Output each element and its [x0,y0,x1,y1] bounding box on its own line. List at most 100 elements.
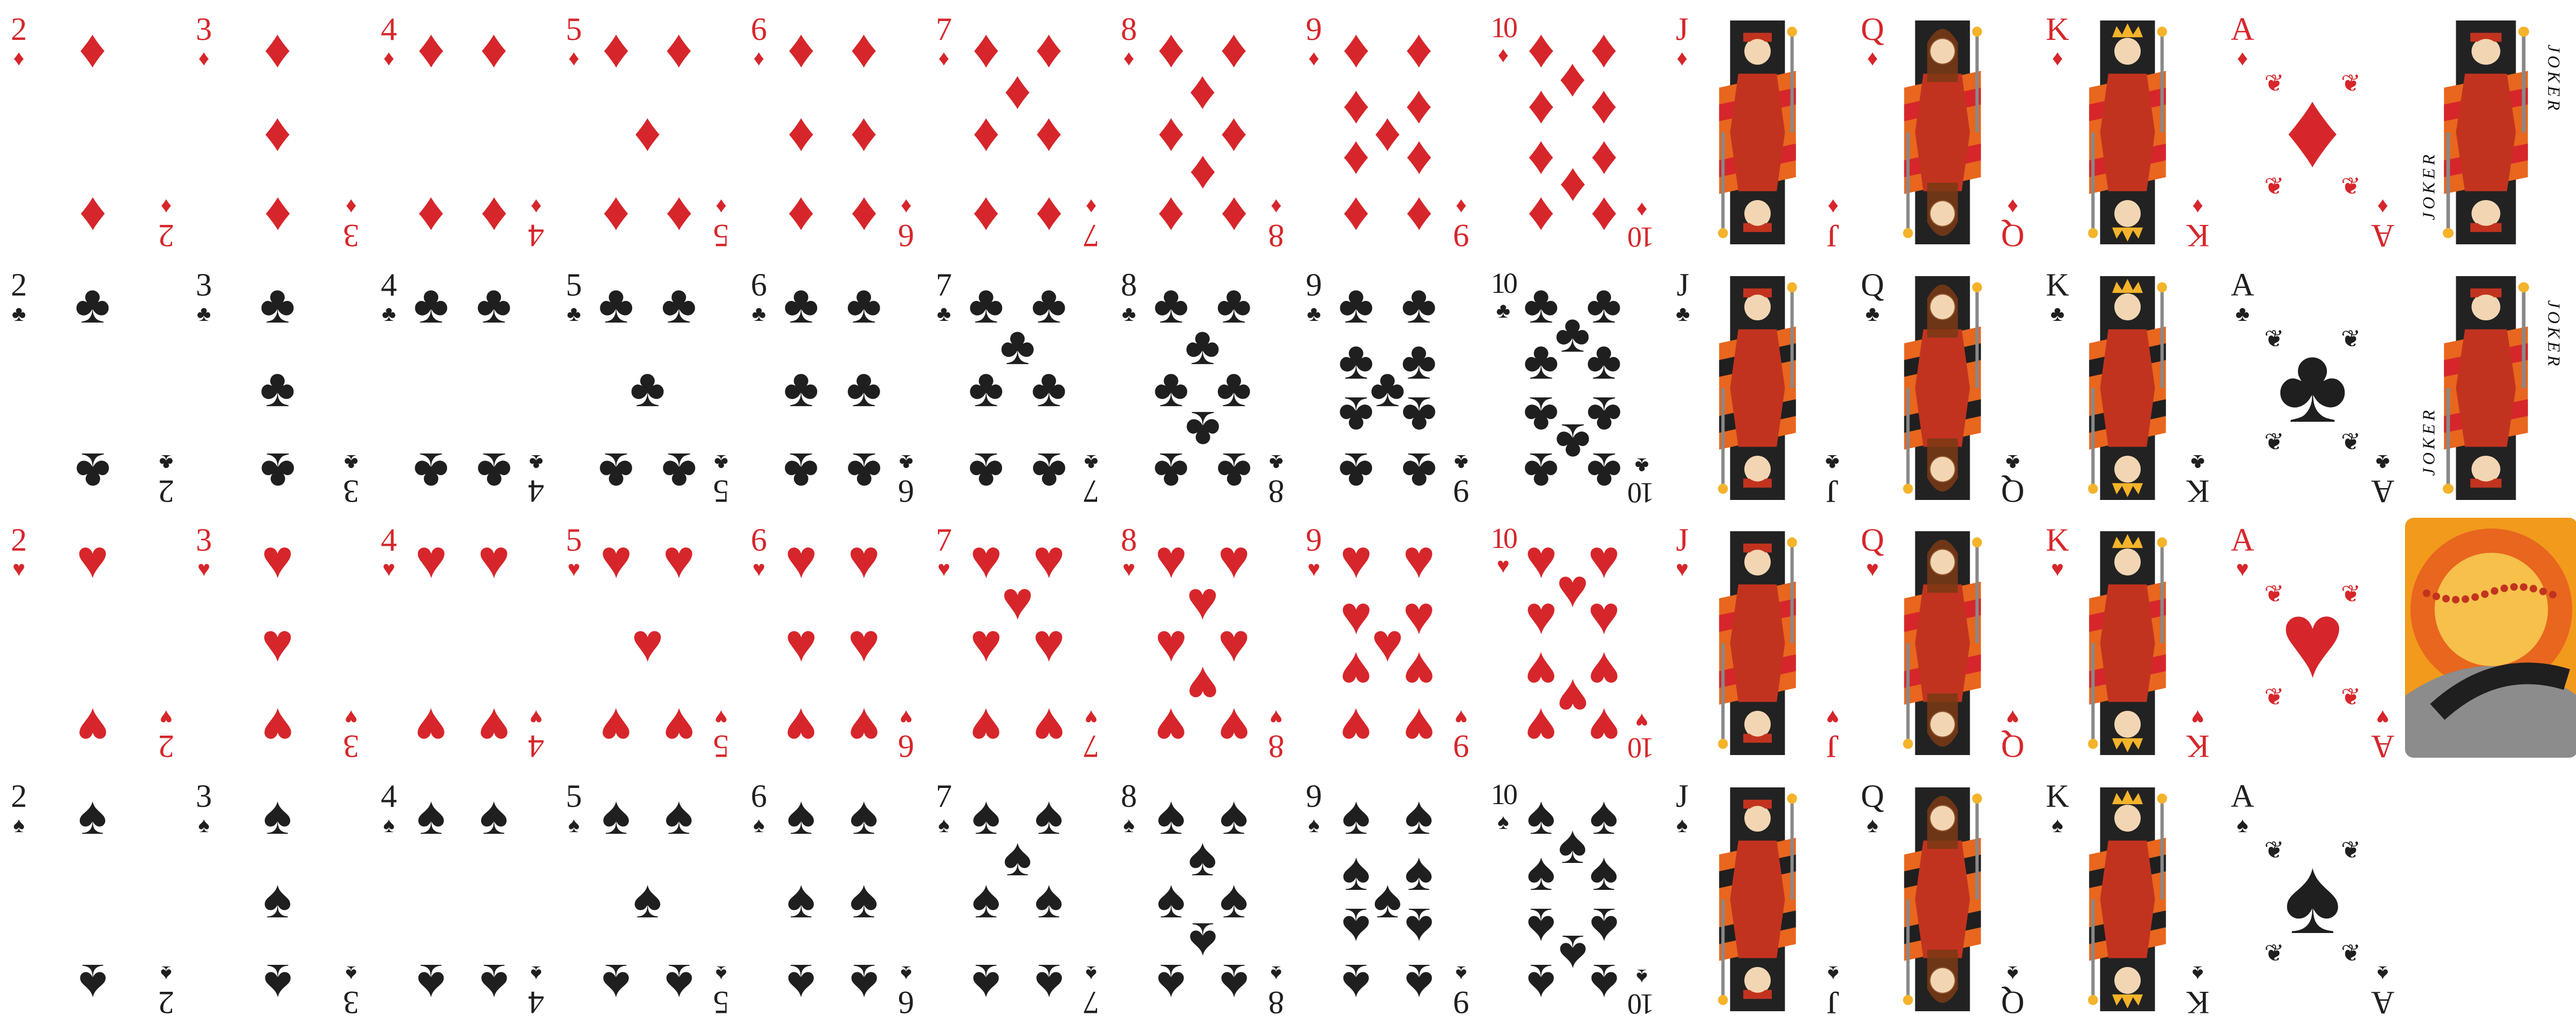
card-j-of-diamonds[interactable]: J ♦ J ♦ [1670,10,1845,255]
card-5-of-diamonds[interactable]: 5 ♦ 5 ♦ ♦ ♦ ♦ ♦ ♦ [560,10,735,255]
club-pip-icon: ♣ [413,442,449,502]
spade-pip-icon: ♠ [1405,842,1434,902]
card-7-of-clubs[interactable]: 7 ♣ 7 ♣ ♣ ♣ ♣ ♣ ♣ ♣ ♣ [930,265,1105,511]
diamond-pip-icon: ♦ [972,102,1000,162]
rank-label: J [1676,522,1689,558]
card-8-of-hearts[interactable]: 8 ♥ 8 ♥ ♥ ♥ ♥ ♥ ♥ ♥ ♥ ♥ [1115,520,1290,766]
spade-pip-icon: ♠ [849,869,879,929]
spade-pip-icon: ♠ [1558,815,1587,875]
corner-index-bottom: 10 ♥ [1629,709,1654,764]
club-pip-icon: ♣ [1031,358,1067,418]
card-6-of-clubs[interactable]: 6 ♣ 6 ♣ ♣ ♣ ♣ ♣ ♣ ♣ [745,265,920,511]
card-k-of-clubs[interactable]: K ♣ K ♣ [2040,265,2215,511]
card-5-of-hearts[interactable]: 5 ♥ 5 ♥ ♥ ♥ ♥ ♥ ♥ [560,520,735,766]
card-q-of-hearts[interactable]: Q ♥ Q ♥ [1855,520,2030,766]
club-pip-icon: ♣ [1216,274,1252,334]
card-7-of-hearts[interactable]: 7 ♥ 7 ♥ ♥ ♥ ♥ ♥ ♥ ♥ ♥ [930,520,1105,766]
ornament-icon: ❦ [2264,70,2284,97]
diamond-pip-icon: ♦ [1405,186,1433,246]
rank-label: 6 [898,985,914,1020]
rank-label: 3 [196,778,212,814]
heart-suit-icon: ♥ [1270,705,1283,730]
card-k-of-diamonds[interactable]: K ♦ K ♦ [2040,10,2215,255]
card-8-of-diamonds[interactable]: 8 ♦ 8 ♦ ♦ ♦ ♦ ♦ ♦ ♦ ♦ ♦ [1115,10,1290,255]
corner-index-bottom: 6 ♥ [898,705,914,764]
spade-pip-icon: ♠ [1341,953,1371,1013]
club-pip-icon: ♣ [846,358,882,418]
corner-index-bottom: J ♣ [1825,450,1839,509]
ornament-icon: ❦ [2341,428,2361,455]
heart-suit-icon: ♥ [715,705,728,730]
card-2-of-clubs[interactable]: 2 ♣ 2 ♣ ♣ ♣ [5,265,180,511]
rank-label: 8 [1121,11,1137,47]
rank-label: A [2231,11,2255,47]
card-6-of-hearts[interactable]: 6 ♥ 6 ♥ ♥ ♥ ♥ ♥ ♥ ♥ [745,520,920,766]
card-7-of-spades[interactable]: 7 ♠ 7 ♠ ♠ ♠ ♠ ♠ ♠ ♠ ♠ [930,777,1105,1022]
card-q-of-diamonds[interactable]: Q ♦ Q ♦ [1855,10,2030,255]
card-3-of-diamonds[interactable]: 3 ♦ 3 ♦ ♦ ♦ ♦ [190,10,365,255]
heart-suit-icon: ♥ [1497,553,1510,578]
card-7-of-diamonds[interactable]: 7 ♦ 7 ♦ ♦ ♦ ♦ ♦ ♦ ♦ ♦ [930,10,1105,255]
card-2-of-hearts[interactable]: 2 ♥ 2 ♥ ♥ ♥ [5,520,180,766]
card-4-of-diamonds[interactable]: 4 ♦ 4 ♦ ♦ ♦ ♦ ♦ [375,10,550,255]
card-10-of-spades[interactable]: 10 ♠ 10 ♠ ♠ ♠ ♠ ♠ ♠ ♠ ♠ ♠ ♠ ♠ [1485,777,1660,1022]
diamond-pip-icon: ♦ [665,18,693,79]
corner-index-bottom: 8 ♥ [1268,705,1284,764]
card-8-of-spades[interactable]: 8 ♠ 8 ♠ ♠ ♠ ♠ ♠ ♠ ♠ ♠ ♠ [1115,777,1290,1022]
card-10-of-diamonds[interactable]: 10 ♦ 10 ♦ ♦ ♦ ♦ ♦ ♦ ♦ ♦ ♦ ♦ ♦ [1485,10,1660,255]
card-3-of-hearts[interactable]: 3 ♥ 3 ♥ ♥ ♥ ♥ [190,520,365,766]
card-a-of-hearts[interactable]: A ♥ A ♥ ♥ ❦ ❦ ❦ ❦ [2225,520,2400,766]
card-6-of-diamonds[interactable]: 6 ♦ 6 ♦ ♦ ♦ ♦ ♦ ♦ ♦ [745,10,920,255]
card-2-of-diamonds[interactable]: 2 ♦ 2 ♦ ♦ ♦ [5,10,180,255]
card-2-of-spades[interactable]: 2 ♠ 2 ♠ ♠ ♠ [5,777,180,1022]
joker-card[interactable]: JOKER JOKER [2410,265,2572,511]
card-k-of-spades[interactable]: K ♠ K ♠ [2040,777,2215,1022]
spade-pip-icon: ♠ [601,785,631,846]
ornament-icon: ❦ [2264,580,2284,607]
card-10-of-clubs[interactable]: 10 ♣ 10 ♣ ♣ ♣ ♣ ♣ ♣ ♣ ♣ ♣ ♣ ♣ [1485,265,1660,511]
card-3-of-clubs[interactable]: 3 ♣ 3 ♣ ♣ ♣ ♣ [190,265,365,511]
card-5-of-clubs[interactable]: 5 ♣ 5 ♣ ♣ ♣ ♣ ♣ ♣ [560,265,735,511]
heart-pip-icon: ♥ [1402,529,1435,589]
card-9-of-clubs[interactable]: 9 ♣ 9 ♣ ♣ ♣ ♣ ♣ ♣ ♣ ♣ ♣ ♣ [1300,265,1475,511]
rank-label: 7 [1083,218,1099,253]
card-9-of-diamonds[interactable]: 9 ♦ 9 ♦ ♦ ♦ ♦ ♦ ♦ ♦ ♦ ♦ ♦ [1300,10,1475,255]
card-a-of-diamonds[interactable]: A ♦ A ♦ ♦ ❦ ❦ ❦ ❦ [2225,10,2400,255]
card-5-of-spades[interactable]: 5 ♠ 5 ♠ ♠ ♠ ♠ ♠ ♠ [560,777,735,1022]
corner-index-top: J ♥ [1676,524,1689,580]
spade-pip-icon: ♠ [479,785,509,846]
card-3-of-spades[interactable]: 3 ♠ 3 ♠ ♠ ♠ ♠ [190,777,365,1022]
card-9-of-hearts[interactable]: 9 ♥ 9 ♥ ♥ ♥ ♥ ♥ ♥ ♥ ♥ ♥ ♥ [1300,520,1475,766]
card-k-of-hearts[interactable]: K ♥ K ♥ [2040,520,2215,766]
card-q-of-spades[interactable]: Q ♠ Q ♠ [1855,777,2030,1022]
card-4-of-clubs[interactable]: 4 ♣ 4 ♣ ♣ ♣ ♣ ♣ [375,265,550,511]
joker-card[interactable]: JOKER JOKER [2410,10,2572,255]
spade-pip-icon: ♠ [263,869,292,929]
card-4-of-hearts[interactable]: 4 ♥ 4 ♥ ♥ ♥ ♥ ♥ [375,520,550,766]
card-j-of-spades[interactable]: J ♠ J ♠ [1670,777,1845,1022]
diamond-suit-icon: ♦ [1270,195,1282,219]
spade-pip-icon: ♠ [78,785,107,846]
corner-index-bottom: 4 ♣ [528,450,544,509]
club-pip-icon: ♣ [1554,304,1591,364]
corner-index-top: 3 ♥ [196,524,212,580]
card-6-of-spades[interactable]: 6 ♠ 6 ♠ ♠ ♠ ♠ ♠ ♠ ♠ [745,777,920,1022]
card-j-of-hearts[interactable]: J ♥ J ♥ [1670,520,1845,766]
diamond-pip-icon: ♦ [602,18,630,79]
rank-label: 7 [936,267,952,303]
rank-label: 10 [1491,267,1518,299]
heart-suit-icon: ♥ [2376,705,2389,730]
card-9-of-spades[interactable]: 9 ♠ 9 ♠ ♠ ♠ ♠ ♠ ♠ ♠ ♠ ♠ ♠ [1300,777,1475,1022]
club-pip-icon: ♣ [1586,442,1622,502]
card-back[interactable] [2405,518,2576,758]
card-a-of-spades[interactable]: A ♠ A ♠ ♠ ❦ ❦ ❦ ❦ [2225,777,2400,1022]
card-j-of-clubs[interactable]: J ♣ J ♣ [1670,265,1845,511]
heart-pip-icon: ♥ [261,613,294,673]
card-a-of-clubs[interactable]: A ♣ A ♣ ♣ ❦ ❦ ❦ ❦ [2225,265,2400,511]
diamond-suit-icon: ♦ [1308,46,1320,70]
card-4-of-spades[interactable]: 4 ♠ 4 ♠ ♠ ♠ ♠ ♠ [375,777,550,1022]
card-8-of-clubs[interactable]: 8 ♣ 8 ♣ ♣ ♣ ♣ ♣ ♣ ♣ ♣ ♣ [1115,265,1290,511]
card-q-of-clubs[interactable]: Q ♣ Q ♣ [1855,265,2030,511]
spade-pip-icon: ♠ [1188,911,1217,971]
card-10-of-hearts[interactable]: 10 ♥ 10 ♥ ♥ ♥ ♥ ♥ ♥ ♥ ♥ ♥ ♥ ♥ [1485,520,1660,766]
